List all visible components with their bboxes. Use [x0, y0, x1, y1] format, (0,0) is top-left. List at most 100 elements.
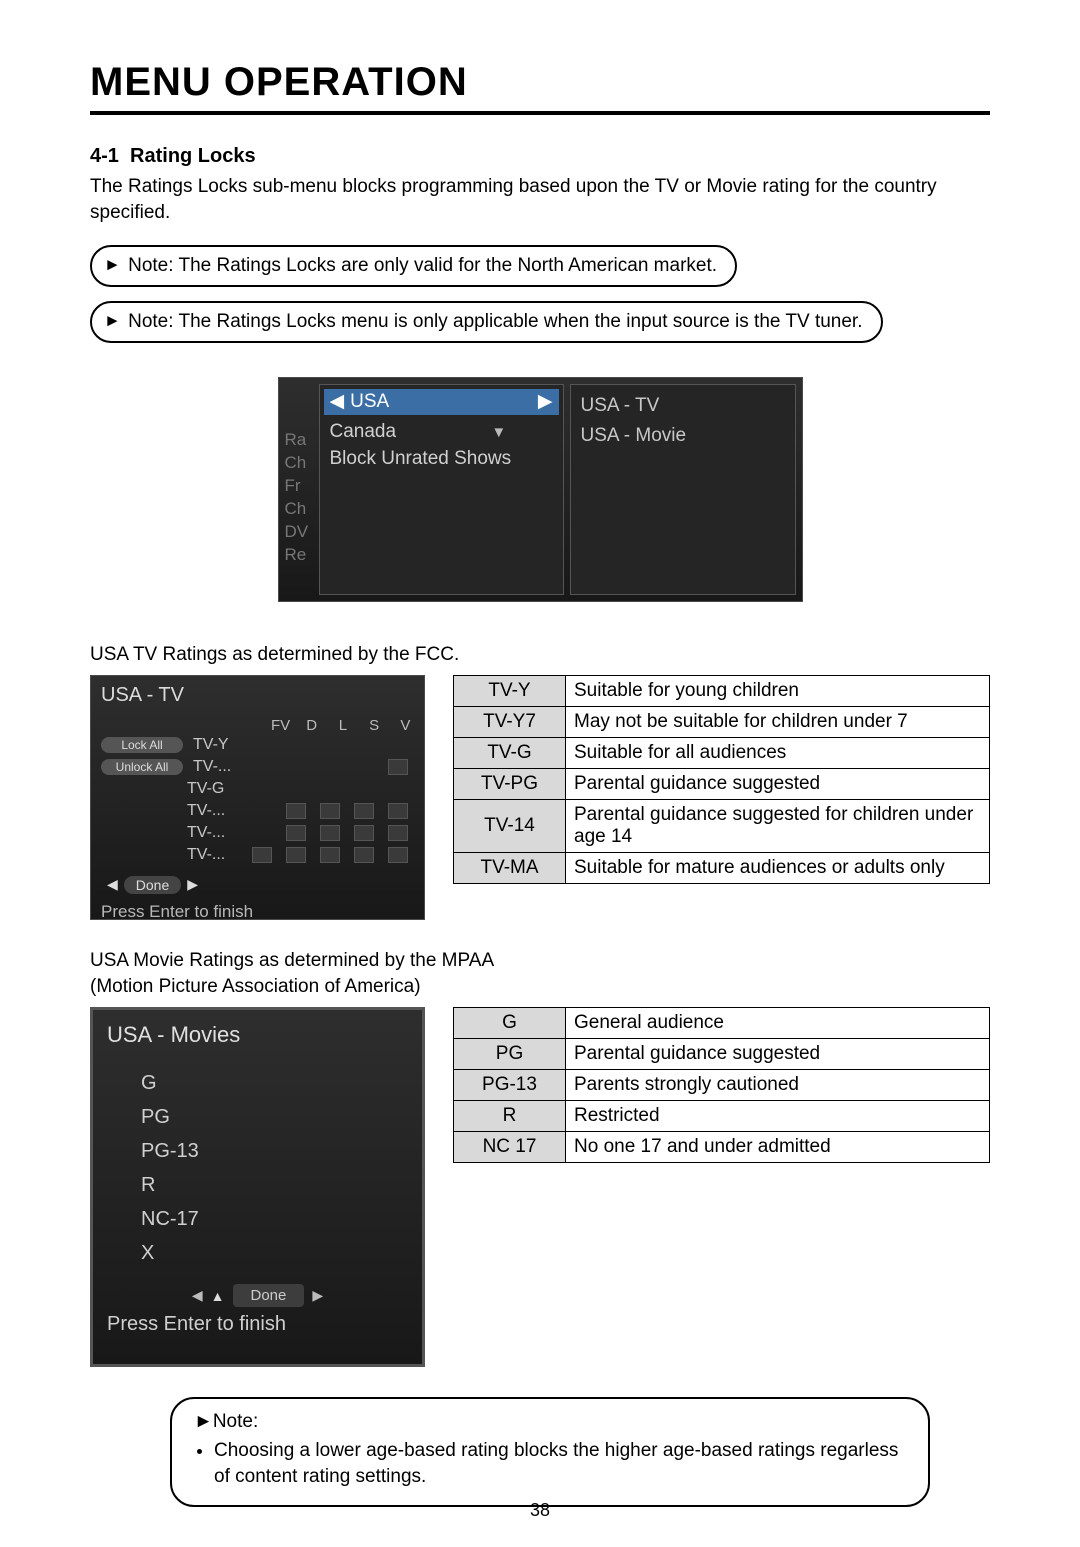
osd-item-block-unrated: Block Unrated Shows — [330, 446, 553, 472]
osd-partial-labels: Ra Ch Fr Ch DV Re — [279, 378, 315, 601]
rating-code: G — [454, 1008, 566, 1039]
rating-description: May not be suitable for children under 7 — [566, 706, 990, 737]
osd-usa-tv: USA - TV FVDLSV Lock AllTV-YUnlock AllTV… — [90, 675, 425, 920]
table-row: TV-PGParental guidance suggested — [454, 768, 990, 799]
rating-checkbox — [320, 847, 340, 863]
triangle-up-icon: ▲ — [211, 1288, 225, 1304]
rating-description: Parental guidance suggested — [566, 1039, 990, 1070]
chevron-right-icon: ▶ — [538, 389, 553, 415]
note-2-text: Note: The Ratings Locks menu is only app… — [128, 311, 862, 332]
rating-description: Suitable for mature audiences or adults … — [566, 852, 990, 883]
osd-tv-row: Lock All TV-Y — [101, 734, 414, 756]
tv-rating-label: TV-... — [187, 824, 239, 842]
lock-pill: Lock All — [101, 737, 183, 753]
footer-note-body: Choosing a lower age-based rating blocks… — [214, 1440, 898, 1488]
osd-usa-movies-footer: ◀ ▲ Done ▶ — [107, 1284, 408, 1307]
rating-description: Parental guidance suggested for children… — [566, 799, 990, 852]
osd-country-list: ◀ USA ▶ Canada ▼ Block Unrated Shows — [319, 384, 564, 595]
table-row: TV-MASuitable for mature audiences or ad… — [454, 852, 990, 883]
rating-code: TV-14 — [454, 799, 566, 852]
play-icon: ► — [104, 311, 121, 330]
movie-rating-option: G — [141, 1066, 408, 1100]
tv-rating-label: TV-... — [193, 758, 245, 776]
triangle-left-icon: ◀ — [107, 876, 118, 893]
section-number: 4-1 — [90, 145, 119, 167]
rating-code: R — [454, 1101, 566, 1132]
rating-checkbox — [320, 825, 340, 841]
note-pill-1: ► Note: The Ratings Locks are only valid… — [90, 245, 737, 287]
play-icon: ► — [194, 1411, 213, 1432]
rating-checkbox — [320, 803, 340, 819]
osd-tv-row: TV-... — [101, 844, 414, 866]
caret-down-icon: ▼ — [491, 424, 506, 441]
rating-code: NC 17 — [454, 1132, 566, 1163]
rating-checkbox — [354, 803, 374, 819]
rating-code: PG — [454, 1039, 566, 1070]
chevron-left-icon: ◀ — [330, 389, 345, 415]
done-button: Done — [124, 876, 181, 894]
section-title: Rating Locks — [130, 145, 256, 167]
rating-checkbox — [354, 825, 374, 841]
table-row: TV-Y7May not be suitable for children un… — [454, 706, 990, 737]
rating-description: No one 17 and under admitted — [566, 1132, 990, 1163]
rating-code: TV-Y — [454, 675, 566, 706]
osd-item-usa: ◀ USA ▶ — [324, 389, 559, 415]
rating-description: Parental guidance suggested — [566, 768, 990, 799]
rating-checkbox — [388, 759, 408, 775]
osd-item-usa-movie: USA - Movie — [581, 421, 785, 451]
page-number: 38 — [0, 1500, 1080, 1521]
intro-text: The Ratings Locks sub-menu blocks progra… — [90, 174, 990, 225]
triangle-right-icon: ▶ — [187, 876, 198, 893]
rating-description: Parents strongly cautioned — [566, 1070, 990, 1101]
osd-tv-row: TV-... — [101, 822, 414, 844]
table-row: TV-14Parental guidance suggested for chi… — [454, 799, 990, 852]
table-row: TV-GSuitable for all audiences — [454, 737, 990, 768]
movie-ratings-caption: USA Movie Ratings as determined by the M… — [90, 948, 990, 1001]
done-button: Done — [233, 1284, 305, 1307]
osd-item-canada: Canada ▼ — [330, 419, 553, 446]
movie-rating-option: NC-17 — [141, 1202, 408, 1236]
tv-ratings-caption: USA TV Ratings as determined by the FCC. — [90, 642, 990, 669]
osd-usa-movies-header: USA - Movies — [107, 1022, 408, 1048]
table-row: PG-13Parents strongly cautioned — [454, 1070, 990, 1101]
rating-checkbox — [388, 847, 408, 863]
osd-usa-tv-header: USA - TV — [101, 684, 414, 707]
rating-checkbox — [354, 847, 374, 863]
rating-checkbox — [286, 847, 306, 863]
play-icon: ► — [104, 255, 121, 274]
tv-rating-label: TV-... — [187, 846, 239, 864]
rating-code: PG-13 — [454, 1070, 566, 1101]
lock-pill: Unlock All — [101, 759, 183, 775]
table-row: GGeneral audience — [454, 1008, 990, 1039]
rating-checkbox — [286, 825, 306, 841]
osd-usa-movies-options: GPGPG-13RNC-17X — [141, 1066, 408, 1270]
rating-checkbox — [388, 803, 408, 819]
section-heading: 4-1 Rating Locks — [90, 145, 990, 168]
tv-ratings-table: TV-YSuitable for young childrenTV-Y7May … — [453, 675, 990, 884]
tv-rating-label: TV-Y — [193, 736, 245, 754]
rating-description: Suitable for young children — [566, 675, 990, 706]
osd-item-usa-tv: USA - TV — [581, 391, 785, 421]
rating-code: TV-MA — [454, 852, 566, 883]
rating-checkbox — [252, 847, 272, 863]
table-row: TV-YSuitable for young children — [454, 675, 990, 706]
tv-rating-label: TV-G — [187, 780, 239, 798]
page-title: MENU OPERATION — [90, 60, 990, 115]
osd-tv-row: TV-G — [101, 778, 414, 800]
osd-finish-hint: Press Enter to finish — [107, 1313, 408, 1336]
note-pill-2: ► Note: The Ratings Locks menu is only a… — [90, 301, 883, 343]
footer-note-title: Note: — [213, 1411, 258, 1432]
osd-usa-movies: USA - Movies GPGPG-13RNC-17X ◀ ▲ Done ▶ … — [90, 1007, 425, 1367]
osd-tv-row: TV-... — [101, 800, 414, 822]
osd-usa-tv-footer: ◀ Done ▶ — [101, 876, 414, 894]
note-1-text: Note: The Ratings Locks are only valid f… — [128, 255, 717, 276]
rating-checkbox — [388, 825, 408, 841]
rating-code: TV-G — [454, 737, 566, 768]
movie-rating-option: PG — [141, 1100, 408, 1134]
movie-rating-option: X — [141, 1236, 408, 1270]
rating-checkbox — [286, 803, 306, 819]
osd-finish-hint: Press Enter to finish — [101, 902, 414, 922]
rating-code: TV-PG — [454, 768, 566, 799]
triangle-left-icon: ◀ — [192, 1287, 203, 1304]
table-row: PGParental guidance suggested — [454, 1039, 990, 1070]
